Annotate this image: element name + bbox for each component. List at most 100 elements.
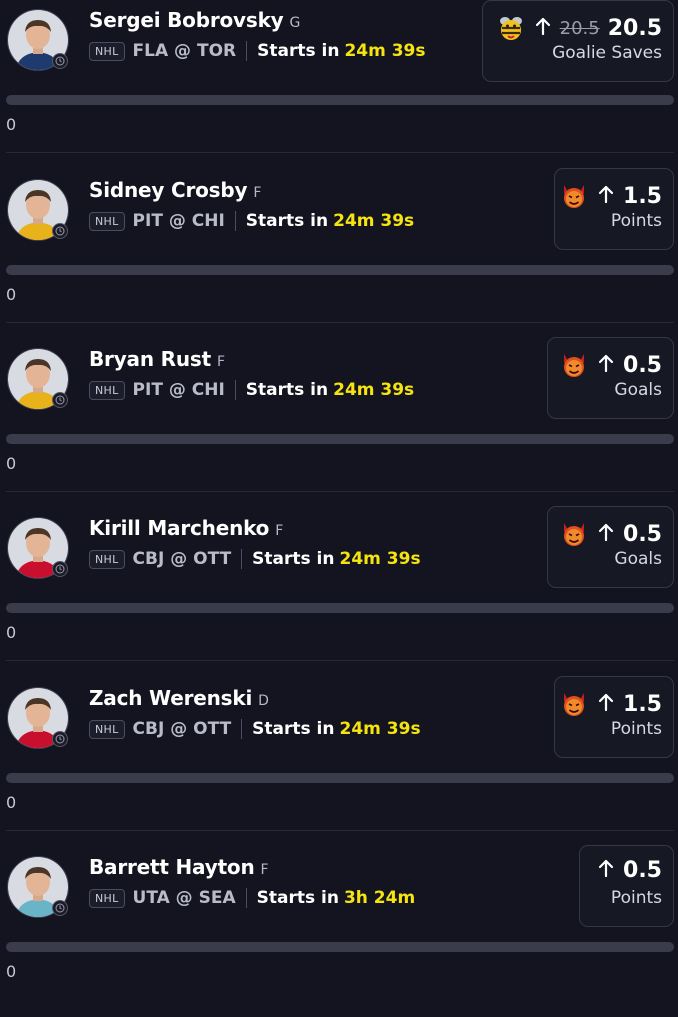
player-row[interactable]: Kirill Marchenko F NHL CBJ @ OTT Starts in 24… bbox=[0, 506, 678, 678]
league-badge: NHL bbox=[89, 888, 125, 908]
game-info: NHL CBJ @ OTT Starts in 24m 39s bbox=[89, 719, 421, 739]
progress-count: 0 bbox=[6, 285, 17, 304]
separator bbox=[241, 719, 243, 739]
player-position: D bbox=[258, 693, 269, 709]
progress-count: 0 bbox=[6, 454, 17, 473]
separator bbox=[245, 888, 247, 908]
projection-card[interactable]: 20.5 20.5 Goalie Saves bbox=[482, 0, 674, 82]
stat-type: Points bbox=[610, 719, 662, 739]
matchup: CBJ @ OTT bbox=[132, 719, 232, 739]
player-position: F bbox=[253, 185, 262, 201]
matchup: FLA @ TOR bbox=[132, 41, 237, 61]
line-row: 1.5 bbox=[559, 689, 662, 719]
countdown: 24m 39s bbox=[333, 211, 415, 231]
matchup: PIT @ CHI bbox=[132, 380, 225, 400]
start-time: Starts in 24m 39s bbox=[252, 719, 421, 739]
countdown: 24m 39s bbox=[339, 719, 421, 739]
stat-type: Goals bbox=[614, 549, 662, 569]
line-value: 0.5 bbox=[623, 521, 662, 547]
line-row: 1.5 bbox=[559, 181, 662, 211]
player-name[interactable]: Barrett Hayton F bbox=[89, 855, 269, 879]
line-value: 0.5 bbox=[623, 352, 662, 378]
start-time: Starts in 24m 39s bbox=[245, 380, 415, 400]
clock-icon bbox=[52, 392, 68, 408]
bee-emoji-icon bbox=[496, 13, 526, 43]
progress-bar bbox=[6, 773, 674, 783]
row-divider bbox=[6, 491, 674, 492]
league-badge: NHL bbox=[89, 719, 125, 739]
progress-count: 0 bbox=[6, 962, 17, 981]
player-name[interactable]: Zach Werenski D bbox=[89, 686, 269, 710]
projection-card[interactable]: 1.5 Points bbox=[554, 676, 674, 758]
line-value: 0.5 bbox=[623, 858, 662, 883]
player-row[interactable]: Bryan Rust F NHL PIT @ CHI Starts in 24m 39s 0… bbox=[0, 337, 678, 509]
player-position: G bbox=[289, 15, 301, 31]
player-row[interactable]: Zach Werenski D NHL CBJ @ OTT Starts in 24m 3… bbox=[0, 676, 678, 848]
arrow-up-icon bbox=[597, 522, 615, 547]
league-badge: NHL bbox=[89, 380, 125, 400]
line-row: 20.5 20.5 bbox=[496, 13, 662, 43]
row-divider bbox=[6, 152, 674, 153]
matchup: CBJ @ OTT bbox=[132, 549, 232, 569]
stat-type: Goals bbox=[614, 380, 662, 400]
matchup: PIT @ CHI bbox=[132, 211, 225, 231]
arrow-up-icon bbox=[597, 858, 615, 883]
game-info: NHL UTA @ SEA Starts in 3h 24m bbox=[89, 888, 415, 908]
game-info: NHL CBJ @ OTT Starts in 24m 39s bbox=[89, 549, 421, 569]
arrow-up-icon bbox=[597, 184, 615, 209]
projection-card[interactable]: 0.5 Goals bbox=[547, 506, 674, 588]
projection-card[interactable]: 0.5 Goals bbox=[547, 337, 674, 419]
player-position: F bbox=[260, 862, 269, 878]
game-info: NHL FLA @ TOR Starts in 24m 39s bbox=[89, 41, 426, 61]
projection-card[interactable]: 0.5 Points bbox=[579, 845, 674, 927]
league-badge: NHL bbox=[89, 549, 125, 569]
player-name[interactable]: Sidney Crosby F bbox=[89, 178, 261, 202]
clock-icon bbox=[52, 900, 68, 916]
league-badge: NHL bbox=[89, 211, 125, 231]
countdown: 24m 39s bbox=[344, 41, 426, 61]
player-name[interactable]: Sergei Bobrovsky G bbox=[89, 8, 300, 32]
separator bbox=[241, 549, 243, 569]
stat-type: Goalie Saves bbox=[552, 43, 662, 63]
projection-card[interactable]: 1.5 Points bbox=[554, 168, 674, 250]
progress-bar bbox=[6, 95, 674, 105]
original-line: 20.5 bbox=[559, 17, 600, 39]
stat-type: Points bbox=[610, 888, 662, 908]
start-time: Starts in 24m 39s bbox=[252, 549, 421, 569]
arrow-up-icon bbox=[534, 16, 552, 41]
countdown: 3h 24m bbox=[343, 888, 416, 908]
separator bbox=[234, 380, 236, 400]
row-divider bbox=[6, 322, 674, 323]
progress-count: 0 bbox=[6, 623, 17, 642]
stat-type: Points bbox=[610, 211, 662, 231]
player-name[interactable]: Bryan Rust F bbox=[89, 347, 225, 371]
devil-emoji-icon bbox=[559, 350, 589, 380]
start-time: Starts in 3h 24m bbox=[256, 888, 416, 908]
start-time: Starts in 24m 39s bbox=[245, 211, 415, 231]
line-row: 0.5 bbox=[559, 519, 662, 549]
player-position: F bbox=[216, 354, 225, 370]
player-row[interactable]: Sergei Bobrovsky G NHL FLA @ TOR Starts in 24… bbox=[0, 0, 678, 170]
separator bbox=[246, 41, 248, 61]
separator bbox=[234, 211, 236, 231]
player-row[interactable]: Barrett Hayton F NHL UTA @ SEA Starts in 3h 2… bbox=[0, 845, 678, 1017]
game-info: NHL PIT @ CHI Starts in 24m 39s bbox=[89, 380, 414, 400]
arrow-up-icon bbox=[597, 353, 615, 378]
progress-bar bbox=[6, 434, 674, 444]
player-name[interactable]: Kirill Marchenko F bbox=[89, 516, 283, 540]
line-value: 1.5 bbox=[623, 691, 662, 717]
clock-icon bbox=[52, 731, 68, 747]
player-row[interactable]: Sidney Crosby F NHL PIT @ CHI Starts in 24m 3… bbox=[0, 168, 678, 340]
row-divider bbox=[6, 830, 674, 831]
line-row: 0.5 bbox=[559, 350, 662, 380]
row-divider bbox=[6, 660, 674, 661]
clock-icon bbox=[52, 223, 68, 239]
game-info: NHL PIT @ CHI Starts in 24m 39s bbox=[89, 211, 414, 231]
devil-emoji-icon bbox=[559, 689, 589, 719]
clock-icon bbox=[52, 561, 68, 577]
countdown: 24m 39s bbox=[333, 380, 415, 400]
arrow-up-icon bbox=[597, 692, 615, 717]
devil-emoji-icon bbox=[559, 519, 589, 549]
progress-bar bbox=[6, 603, 674, 613]
progress-bar bbox=[6, 942, 674, 952]
